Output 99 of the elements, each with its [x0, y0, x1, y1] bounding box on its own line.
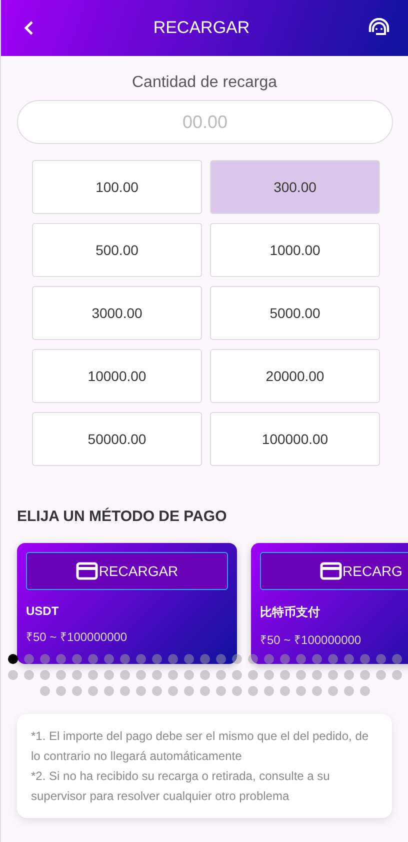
- pagination-dot[interactable]: [152, 654, 162, 664]
- pagination-dot[interactable]: [120, 670, 130, 680]
- card-icon: [76, 562, 98, 580]
- pagination-dot[interactable]: [72, 654, 82, 664]
- pagination-dot[interactable]: [232, 654, 242, 664]
- amount-option[interactable]: 100.00: [32, 160, 202, 214]
- pagination-dot[interactable]: [72, 686, 82, 696]
- pagination-dot[interactable]: [296, 670, 306, 680]
- pagination-dot[interactable]: [360, 686, 370, 696]
- pagination-dot[interactable]: [248, 686, 258, 696]
- method-name: USDT: [26, 604, 60, 618]
- pagination-dot[interactable]: [152, 686, 162, 696]
- amount-option[interactable]: 300.00: [210, 160, 380, 214]
- pagination-dot[interactable]: [152, 670, 162, 680]
- amount-option[interactable]: 3000.00: [32, 286, 202, 340]
- pagination-dot[interactable]: [296, 686, 306, 696]
- pagination-dot[interactable]: [184, 654, 194, 664]
- pagination-dot[interactable]: [360, 670, 370, 680]
- payment-card[interactable]: RECARG 比特币支付 ₹50 ~ ₹100000000: [251, 543, 408, 664]
- pagination-dot[interactable]: [104, 686, 114, 696]
- pagination-dot[interactable]: [8, 654, 18, 664]
- pagination-dot[interactable]: [56, 654, 66, 664]
- pagination-dot[interactable]: [136, 686, 146, 696]
- pagination-dot[interactable]: [88, 686, 98, 696]
- pagination-dot[interactable]: [248, 654, 258, 664]
- pagination-dot[interactable]: [56, 686, 66, 696]
- recharge-button[interactable]: RECARGAR: [26, 552, 228, 590]
- pagination-dot[interactable]: [120, 654, 130, 664]
- amount-option[interactable]: 20000.00: [210, 349, 380, 403]
- pagination-dot[interactable]: [344, 654, 354, 664]
- pagination-dot[interactable]: [168, 654, 178, 664]
- back-icon[interactable]: [23, 20, 35, 36]
- pagination-dot[interactable]: [88, 670, 98, 680]
- pagination-dot[interactable]: [392, 654, 402, 664]
- amount-field[interactable]: 00.00: [17, 100, 393, 144]
- pagination-dot[interactable]: [312, 670, 322, 680]
- pagination-dot[interactable]: [376, 654, 386, 664]
- amount-range: ₹50 ~ ₹100000000: [260, 632, 362, 648]
- pagination-dot[interactable]: [296, 654, 306, 664]
- pagination-dot[interactable]: [216, 654, 226, 664]
- pagination-dot[interactable]: [168, 670, 178, 680]
- pagination-dot[interactable]: [392, 670, 402, 680]
- amount-range: ₹50 ~ ₹100000000: [26, 629, 128, 645]
- pagination-dot[interactable]: [264, 686, 274, 696]
- pagination-dot[interactable]: [40, 670, 50, 680]
- pagination-dot[interactable]: [184, 686, 194, 696]
- pagination-dot[interactable]: [184, 670, 194, 680]
- note-text: *1. El importe del pago debe ser el mismo que el del pedido, de lo contrario no llegará automáticamente: [31, 728, 370, 765]
- pagination-dot[interactable]: [136, 670, 146, 680]
- pagination-dot[interactable]: [344, 686, 354, 696]
- pagination-dot[interactable]: [264, 654, 274, 664]
- pagination-dot[interactable]: [104, 654, 114, 664]
- amount-label: Cantidad de recarga: [131, 74, 278, 92]
- pagination-dot[interactable]: [328, 670, 338, 680]
- recharge-button[interactable]: RECARG: [260, 552, 408, 590]
- pagination-dot[interactable]: [104, 670, 114, 680]
- pagination-dot[interactable]: [200, 654, 210, 664]
- amount-option[interactable]: 50000.00: [32, 412, 202, 466]
- payment-card[interactable]: RECARGAR USDT ₹50 ~ ₹100000000: [17, 543, 237, 664]
- pagination-dot[interactable]: [24, 654, 34, 664]
- pagination-dot[interactable]: [120, 686, 130, 696]
- pagination-dot[interactable]: [376, 670, 386, 680]
- pagination-dot[interactable]: [200, 670, 210, 680]
- pagination-dot[interactable]: [136, 654, 146, 664]
- section-title: ELIJA UN MÉTODO DE PAGO: [17, 508, 228, 525]
- pagination-dot[interactable]: [168, 686, 178, 696]
- pagination-dot[interactable]: [280, 670, 290, 680]
- amount-option[interactable]: 10000.00: [32, 349, 202, 403]
- pagination-dot[interactable]: [232, 686, 242, 696]
- pagination-dot[interactable]: [344, 670, 354, 680]
- pagination-dot[interactable]: [216, 670, 226, 680]
- pagination-dot[interactable]: [312, 654, 322, 664]
- page-title: RECARGAR: [153, 18, 250, 38]
- amount-option[interactable]: 5000.00: [210, 286, 380, 340]
- headset-icon[interactable]: [368, 18, 390, 38]
- pagination-dot[interactable]: [232, 670, 242, 680]
- pagination-dot[interactable]: [280, 654, 290, 664]
- pagination-dot[interactable]: [88, 654, 98, 664]
- pagination-dot[interactable]: [328, 686, 338, 696]
- pagination-dot[interactable]: [8, 670, 18, 680]
- pagination-dot[interactable]: [264, 670, 274, 680]
- amount-option[interactable]: 100000.00: [210, 412, 380, 466]
- pagination-dot[interactable]: [24, 670, 34, 680]
- pagination-dot[interactable]: [72, 670, 82, 680]
- pagination-dot[interactable]: [312, 686, 322, 696]
- method-name: 比特币支付: [260, 604, 321, 621]
- pagination-dot[interactable]: [280, 686, 290, 696]
- pagination-dot[interactable]: [360, 654, 370, 664]
- pagination-dot[interactable]: [200, 686, 210, 696]
- amount-option[interactable]: 1000.00: [210, 223, 380, 277]
- pagination-dot[interactable]: [328, 654, 338, 664]
- pagination-dot[interactable]: [216, 686, 226, 696]
- pagination-dot[interactable]: [248, 670, 258, 680]
- note-text: *2. Si no ha recibido su recarga o retirada, consulte a su supervisor para resolver cualquier otro problema: [31, 768, 331, 805]
- amount-option[interactable]: 500.00: [32, 223, 202, 277]
- pagination-dot[interactable]: [56, 670, 66, 680]
- pagination-dot[interactable]: [40, 686, 50, 696]
- card-icon: [320, 562, 342, 580]
- pagination-dot[interactable]: [40, 654, 50, 664]
